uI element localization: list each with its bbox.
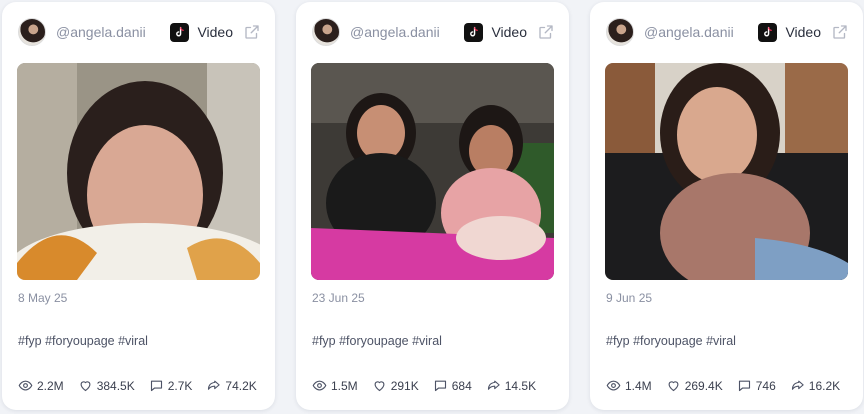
video-thumbnail[interactable] — [17, 63, 260, 280]
post-header: @angela.danii Video — [606, 16, 849, 48]
author-handle[interactable]: @angela.danii — [644, 24, 758, 40]
platform-badge: Video — [170, 22, 233, 42]
share-icon — [208, 380, 221, 390]
views-count: 1.4M — [625, 378, 652, 393]
likes-stat: 291K — [372, 378, 419, 393]
comments-stat: 2.7K — [149, 378, 193, 393]
eye-icon — [18, 380, 33, 391]
shares-stat: 74.2K — [206, 378, 257, 393]
views-stat: 1.5M — [312, 378, 358, 393]
post-date: 9 Jun 25 — [606, 291, 653, 305]
platform-badge: Video — [464, 22, 527, 42]
likes-count: 269.4K — [684, 378, 723, 393]
share-icon — [791, 380, 804, 390]
tiktok-icon — [170, 22, 190, 42]
video-thumbnail[interactable] — [311, 63, 554, 280]
shares-stat: 14.5K — [486, 378, 536, 393]
tiktok-icon — [464, 22, 484, 42]
post-caption: #fyp #foryoupage #viral — [312, 334, 442, 348]
platform-label: Video — [491, 24, 527, 40]
likes-stat: 269.4K — [666, 378, 723, 393]
video-thumbnail[interactable] — [605, 63, 848, 280]
comment-icon — [150, 380, 162, 392]
eye-icon — [606, 380, 621, 391]
comment-icon — [434, 380, 446, 392]
author-handle[interactable]: @angela.danii — [350, 24, 464, 40]
external-link-icon[interactable] — [831, 23, 849, 41]
platform-label: Video — [785, 24, 821, 40]
post-stats: 2.2M 384.5K 2.7K 74.2K — [18, 378, 265, 393]
external-link-icon[interactable] — [537, 23, 555, 41]
views-count: 1.5M — [331, 378, 358, 393]
post-header: @angela.danii Video — [18, 16, 261, 48]
eye-icon — [312, 380, 327, 391]
avatar[interactable] — [18, 18, 46, 46]
comments-count: 684 — [451, 378, 472, 393]
likes-stat: 384.5K — [78, 378, 135, 393]
external-link-icon[interactable] — [243, 23, 261, 41]
views-count: 2.2M — [37, 378, 64, 393]
comments-count: 746 — [755, 378, 776, 393]
likes-count: 384.5K — [96, 378, 135, 393]
post-card[interactable]: @angela.danii Video 8 May 25 #fyp #foryo… — [2, 2, 275, 410]
avatar[interactable] — [606, 18, 634, 46]
tiktok-icon — [758, 22, 778, 42]
post-caption: #fyp #foryoupage #viral — [606, 334, 736, 348]
shares-count: 14.5K — [504, 378, 537, 393]
views-stat: 2.2M — [18, 378, 64, 393]
avatar[interactable] — [312, 18, 340, 46]
platform-badge: Video — [758, 22, 821, 42]
comment-icon — [738, 380, 750, 392]
comments-count: 2.7K — [167, 378, 193, 393]
heart-icon — [80, 381, 91, 392]
shares-count: 16.2K — [808, 378, 841, 393]
post-card[interactable]: @angela.danii Video 23 Jun 25 #fyp #fory… — [296, 2, 569, 410]
share-icon — [487, 380, 500, 390]
post-card[interactable]: @angela.danii Video 9 Jun 25 #fyp #foryo… — [590, 2, 863, 410]
post-stats: 1.5M 291K 684 14.5K — [312, 378, 559, 393]
author-handle[interactable]: @angela.danii — [56, 24, 170, 40]
post-stats: 1.4M 269.4K 746 16.2K — [606, 378, 853, 393]
comments-stat: 684 — [433, 378, 472, 393]
views-stat: 1.4M — [606, 378, 652, 393]
post-header: @angela.danii Video — [312, 16, 555, 48]
comments-stat: 746 — [737, 378, 776, 393]
post-caption: #fyp #foryoupage #viral — [18, 334, 148, 348]
platform-label: Video — [197, 24, 233, 40]
likes-count: 291K — [390, 378, 419, 393]
heart-icon — [668, 381, 679, 392]
heart-icon — [374, 381, 385, 392]
post-date: 8 May 25 — [18, 291, 68, 305]
post-date: 23 Jun 25 — [312, 291, 365, 305]
shares-count: 74.2K — [225, 378, 257, 393]
shares-stat: 16.2K — [790, 378, 840, 393]
